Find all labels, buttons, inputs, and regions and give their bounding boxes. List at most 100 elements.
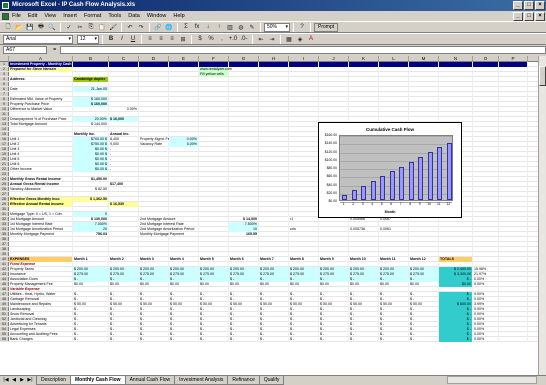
- row-header[interactable]: 32: [0, 217, 9, 221]
- row-header[interactable]: 41: [0, 262, 9, 266]
- menu-format[interactable]: Format: [84, 13, 101, 19]
- menu-window[interactable]: Window: [147, 13, 167, 19]
- formula-input[interactable]: [60, 46, 546, 54]
- row-header[interactable]: 7: [0, 92, 9, 96]
- align-center-icon[interactable]: ≡: [156, 34, 166, 44]
- cell[interactable]: $ -: [73, 337, 109, 342]
- currency-icon[interactable]: $: [195, 34, 205, 44]
- workbook-icon[interactable]: [2, 13, 9, 20]
- row-header[interactable]: 14: [0, 127, 9, 131]
- row-header[interactable]: 37: [0, 242, 9, 246]
- font-combo[interactable]: Arial: [3, 34, 73, 44]
- menu-file[interactable]: File: [12, 13, 21, 19]
- row-header[interactable]: 29: [0, 202, 9, 206]
- row-header[interactable]: 8: [0, 97, 9, 101]
- percent-icon[interactable]: %: [206, 34, 216, 44]
- cell[interactable]: $ -: [229, 337, 259, 342]
- row-header[interactable]: 45: [0, 282, 9, 286]
- row-header[interactable]: 53: [0, 322, 9, 326]
- font-size-combo[interactable]: 12: [77, 34, 99, 44]
- row-header[interactable]: 18: [0, 147, 9, 151]
- worksheet-grid[interactable]: ABCDEFGHIJKLMNOP 1 Investment Property - …: [0, 56, 546, 375]
- cell[interactable]: $ -: [259, 337, 289, 342]
- chart-bar-month-1[interactable]: [342, 195, 348, 200]
- save-icon[interactable]: 💾: [25, 22, 35, 32]
- row-header[interactable]: 26: [0, 187, 9, 191]
- tab-scroll-button[interactable]: |◀: [2, 376, 10, 385]
- chart-wizard-icon[interactable]: ▥: [225, 22, 235, 32]
- row-header[interactable]: 9: [0, 102, 9, 106]
- cut-icon[interactable]: ✂: [75, 22, 85, 32]
- autosum-icon[interactable]: Σ: [181, 22, 191, 32]
- sheet-tab-refinance[interactable]: Refinance: [227, 376, 260, 385]
- paste-icon[interactable]: 📋: [97, 22, 107, 32]
- doc-close-button[interactable]: ×: [535, 12, 545, 21]
- align-left-icon[interactable]: ≡: [145, 34, 155, 44]
- chart-bar-month-2[interactable]: [351, 190, 357, 200]
- row-header[interactable]: 17: [0, 142, 9, 146]
- help-icon[interactable]: ?: [297, 22, 307, 32]
- cell[interactable]: $ -: [439, 337, 473, 342]
- sheet-tab-description[interactable]: Description: [36, 376, 72, 385]
- row-header[interactable]: 39: [0, 252, 9, 256]
- row-header[interactable]: 25: [0, 182, 9, 186]
- sheet-tab-investment-analysis[interactable]: Investment Analysis: [174, 376, 229, 385]
- align-right-icon[interactable]: ≡: [167, 34, 177, 44]
- minimize-button[interactable]: _: [513, 1, 523, 10]
- sheet-tab-annual-cash-flow[interactable]: Annual Cash Flow: [124, 376, 176, 385]
- underline-icon[interactable]: U: [128, 34, 138, 44]
- sheet-tab-qualify[interactable]: Qualify: [258, 376, 285, 385]
- print-icon[interactable]: 🖶: [36, 22, 46, 32]
- cell[interactable]: $ -: [349, 337, 379, 342]
- inc-decimal-icon[interactable]: +.0: [228, 34, 238, 44]
- doc-minimize-button[interactable]: _: [513, 12, 523, 21]
- sort-desc-icon[interactable]: ↑: [214, 22, 224, 32]
- row-header[interactable]: 28: [0, 197, 9, 201]
- chart-bar-month-10[interactable]: [427, 152, 433, 200]
- close-button[interactable]: ×: [535, 1, 545, 10]
- cell[interactable]: $ -: [289, 337, 319, 342]
- row-header[interactable]: 51: [0, 312, 9, 316]
- row-header[interactable]: 20: [0, 157, 9, 161]
- merge-icon[interactable]: ⊞: [178, 34, 188, 44]
- row-header[interactable]: 31: [0, 212, 9, 216]
- new-icon[interactable]: 🗋: [3, 22, 13, 32]
- row-header[interactable]: 24: [0, 177, 9, 181]
- row-header[interactable]: 27: [0, 192, 9, 196]
- row-header[interactable]: 55: [0, 332, 9, 336]
- scroll-thumb[interactable]: [539, 66, 546, 86]
- row-header[interactable]: 13: [0, 122, 9, 126]
- chart-bar-month-11[interactable]: [437, 147, 443, 200]
- vertical-scrollbar[interactable]: [538, 56, 546, 375]
- cell[interactable]: $ -: [319, 337, 349, 342]
- cell[interactable]: $ -: [379, 337, 409, 342]
- row-header[interactable]: 47: [0, 292, 9, 296]
- bold-icon[interactable]: B: [106, 34, 116, 44]
- row-header[interactable]: 16: [0, 137, 9, 141]
- row-header[interactable]: 33: [0, 222, 9, 226]
- cell[interactable]: [499, 337, 528, 342]
- maximize-button[interactable]: □: [524, 1, 534, 10]
- formula-equals-icon[interactable]: =: [53, 47, 56, 53]
- chart-bar-month-9[interactable]: [418, 156, 424, 200]
- borders-icon[interactable]: ▦: [284, 34, 294, 44]
- tab-scroll-button[interactable]: ▶|: [26, 376, 34, 385]
- cell[interactable]: $ -: [109, 337, 139, 342]
- row-header[interactable]: 3: [0, 72, 9, 76]
- chart-bar-month-6[interactable]: [389, 171, 395, 200]
- row-header[interactable]: 15: [0, 132, 9, 136]
- prompt-button[interactable]: Prompt: [314, 22, 339, 32]
- row-header[interactable]: 10: [0, 107, 9, 111]
- row-header[interactable]: 30: [0, 207, 9, 211]
- menu-insert[interactable]: Insert: [63, 13, 77, 19]
- fill-color-icon[interactable]: ◈: [295, 34, 305, 44]
- zoom-combo[interactable]: 50%: [264, 22, 290, 32]
- copy-icon[interactable]: ⎘: [86, 22, 96, 32]
- function-icon[interactable]: fx: [192, 22, 202, 32]
- tab-scroll-button[interactable]: ▶: [18, 376, 26, 385]
- cell[interactable]: Bank Charges: [9, 337, 73, 342]
- preview-icon[interactable]: 🔍: [47, 22, 57, 32]
- chart-bar-month-4[interactable]: [370, 180, 376, 200]
- chart-bar-month-7[interactable]: [399, 166, 405, 200]
- spell-icon[interactable]: ✓: [64, 22, 74, 32]
